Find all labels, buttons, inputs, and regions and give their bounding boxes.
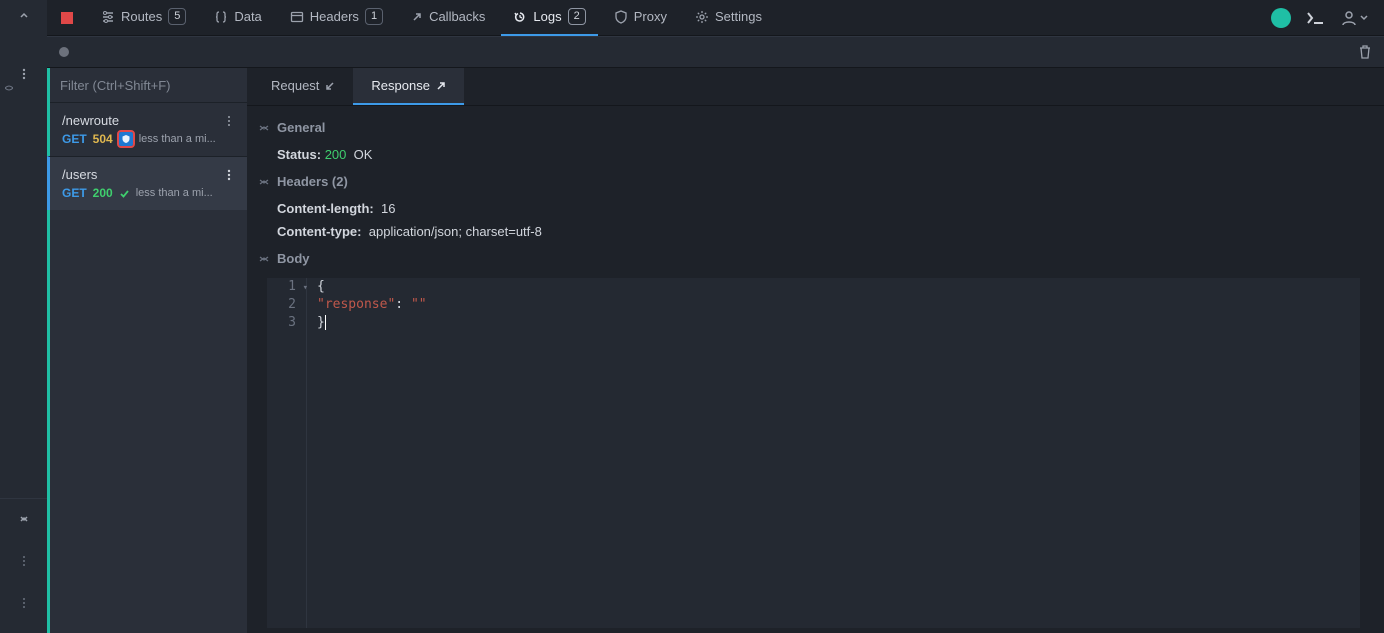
section-body-header[interactable]: Body xyxy=(259,243,1368,274)
header-key: Content-length: xyxy=(277,201,374,216)
caret-icon xyxy=(325,315,334,330)
logs-sidebar: /newroute GET 504 less than a mi... xyxy=(47,68,247,633)
tok: "" xyxy=(411,297,427,312)
header-value: 16 xyxy=(381,201,395,216)
clear-logs-button[interactable] xyxy=(1358,44,1372,60)
fold-icon[interactable]: ▾ xyxy=(303,279,308,297)
arrow-up-right-icon xyxy=(411,11,423,23)
header-row: Content-type: application/json; charset=… xyxy=(259,220,1368,243)
log-method: GET xyxy=(62,186,87,200)
expand-rail-icon[interactable] xyxy=(0,503,47,535)
check-icon xyxy=(119,188,130,199)
log-status: 504 xyxy=(93,132,113,146)
status-code: 200 xyxy=(325,147,347,162)
top-nav: Routes 5 Data Headers 1 Callbacks Logs 2 xyxy=(47,0,1384,36)
line-number: 1 xyxy=(288,279,296,294)
log-route: /users xyxy=(62,167,97,182)
log-timeago: less than a mi... xyxy=(139,133,216,145)
arrow-out-icon xyxy=(436,81,446,91)
log-item-menu-icon[interactable] xyxy=(221,114,237,128)
line-number: 2 xyxy=(288,297,296,312)
status-text: OK xyxy=(354,147,373,162)
filter-input[interactable] xyxy=(60,78,237,93)
header-row: Content-length: 16 xyxy=(259,197,1368,220)
log-item-menu-icon[interactable] xyxy=(221,168,237,182)
collapse-rail-icon[interactable] xyxy=(0,0,47,32)
nav-callbacks-label: Callbacks xyxy=(429,9,485,24)
log-item[interactable]: /newroute GET 504 less than a mi... xyxy=(50,102,247,156)
window-icon xyxy=(290,10,304,24)
nav-callbacks[interactable]: Callbacks xyxy=(399,0,497,36)
status-label: Status: xyxy=(277,147,321,162)
nav-routes[interactable]: Routes 5 xyxy=(89,0,198,36)
sliders-icon xyxy=(101,10,115,24)
nav-headers-label: Headers xyxy=(310,9,359,24)
detail-panel: Request Response General xyxy=(247,68,1384,633)
header-value: application/json; charset=utf-8 xyxy=(369,224,542,239)
nav-proxy-label: Proxy xyxy=(634,9,667,24)
nav-routes-label: Routes xyxy=(121,9,162,24)
nav-logs-label: Logs xyxy=(533,9,561,24)
gear-icon xyxy=(695,10,709,24)
nav-logs[interactable]: Logs 2 xyxy=(501,0,597,36)
log-timeago: less than a mi... xyxy=(136,187,213,199)
filter-input-wrap[interactable] xyxy=(50,68,247,102)
log-method: GET xyxy=(62,132,87,146)
rail-dots-1-icon[interactable] xyxy=(0,545,47,577)
terminal-icon[interactable] xyxy=(1307,11,1325,25)
session-bar xyxy=(47,36,1384,68)
tok: { xyxy=(317,279,325,294)
record-indicator-icon[interactable] xyxy=(61,12,73,24)
rail-dots-2-icon[interactable] xyxy=(0,587,47,619)
status-row: Status: 200 OK xyxy=(259,143,1368,166)
session-dot-icon xyxy=(59,47,69,57)
nav-logs-badge: 2 xyxy=(568,8,586,25)
tab-response[interactable]: Response xyxy=(353,68,464,105)
collapse-icon xyxy=(259,177,269,187)
history-icon xyxy=(513,10,527,24)
code-area[interactable]: { "response": "" } xyxy=(307,278,1360,628)
section-general-title: General xyxy=(277,120,325,135)
tok: } xyxy=(317,315,325,330)
caret-down-icon xyxy=(1360,14,1368,22)
arrow-in-icon xyxy=(325,81,335,91)
nav-routes-badge: 5 xyxy=(168,8,186,25)
section-body-title: Body xyxy=(277,251,310,266)
nav-proxy[interactable]: Proxy xyxy=(602,0,679,36)
shield-icon xyxy=(614,10,628,24)
body-editor[interactable]: 1 ▾ 2 3 { "response": "" } xyxy=(267,278,1360,628)
braces-icon xyxy=(214,10,228,24)
collapse-icon xyxy=(259,254,269,264)
nav-settings-label: Settings xyxy=(715,9,762,24)
header-key: Content-type: xyxy=(277,224,362,239)
section-general-header[interactable]: General xyxy=(259,112,1368,143)
nav-data[interactable]: Data xyxy=(202,0,273,36)
tok: : xyxy=(395,297,411,312)
tab-response-label: Response xyxy=(371,78,430,93)
log-item[interactable]: /users GET 200 less than a mi... xyxy=(47,156,247,210)
proxy-shield-icon xyxy=(119,132,133,146)
nav-headers[interactable]: Headers 1 xyxy=(278,0,395,36)
rail-handle-icon xyxy=(0,72,32,104)
line-number: 3 xyxy=(288,315,296,330)
gutter: 1 ▾ 2 3 xyxy=(267,278,307,628)
tab-request[interactable]: Request xyxy=(253,68,353,105)
account-avatar-icon[interactable] xyxy=(1271,8,1291,28)
section-headers-title: Headers (2) xyxy=(277,174,348,189)
nav-headers-badge: 1 xyxy=(365,8,383,25)
tab-request-label: Request xyxy=(271,78,319,93)
log-status: 200 xyxy=(93,186,113,200)
tok: "response" xyxy=(317,297,395,312)
user-menu[interactable] xyxy=(1341,10,1368,26)
nav-settings[interactable]: Settings xyxy=(683,0,774,36)
section-headers-header[interactable]: Headers (2) xyxy=(259,166,1368,197)
user-icon xyxy=(1341,10,1357,26)
nav-data-label: Data xyxy=(234,9,261,24)
detail-tabs: Request Response xyxy=(247,68,1384,106)
collapse-icon xyxy=(259,123,269,133)
left-rail xyxy=(0,0,47,633)
log-route: /newroute xyxy=(62,113,119,128)
